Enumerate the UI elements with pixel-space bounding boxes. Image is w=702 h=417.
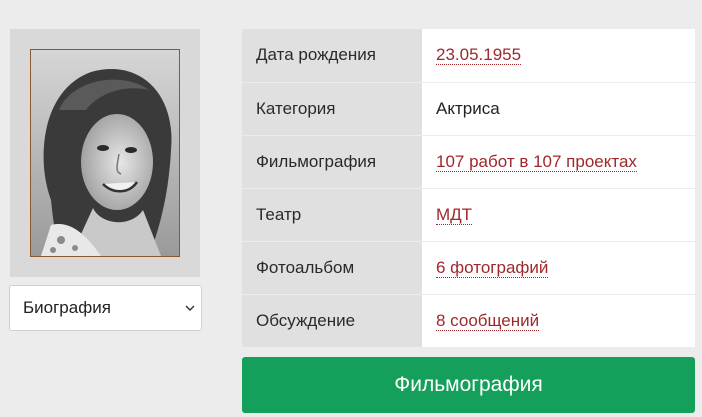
row-label: Категория (242, 81, 422, 135)
discussion-link[interactable]: 8 сообщений (436, 310, 540, 331)
info-row-photo-album: Фотоальбом 6 фотографий (242, 240, 695, 294)
photo-panel (10, 29, 200, 277)
theatre-link[interactable]: МДТ (436, 204, 473, 225)
info-row-theatre: Театр МДТ (242, 187, 695, 241)
filmography-button[interactable]: Фильмография (242, 357, 695, 413)
section-select-value: Биография (23, 298, 111, 317)
row-value: 6 фотографий (422, 240, 695, 294)
page: Биография Дата рождения 23.05.1955 Катег… (0, 0, 702, 417)
filmography-link[interactable]: 107 работ в 107 проектах (436, 151, 637, 172)
row-label: Дата рождения (242, 29, 422, 82)
info-row-filmography: Фильмография 107 работ в 107 проектах (242, 134, 695, 188)
photo-album-link[interactable]: 6 фотографий (436, 257, 549, 278)
row-label: Фотоальбом (242, 240, 422, 294)
row-value: 8 сообщений (422, 293, 695, 347)
row-value: 107 работ в 107 проектах (422, 134, 695, 188)
chevron-down-icon (185, 305, 195, 311)
birth-date-link[interactable]: 23.05.1955 (436, 45, 522, 66)
info-row-birth-date: Дата рождения 23.05.1955 (242, 29, 695, 82)
row-label: Фильмография (242, 134, 422, 188)
info-table: Дата рождения 23.05.1955 Категория Актри… (242, 29, 695, 347)
info-row-category: Категория Актриса (242, 81, 695, 135)
portrait-photo[interactable] (30, 49, 180, 257)
section-select[interactable]: Биография (9, 285, 202, 331)
row-value: 23.05.1955 (422, 29, 695, 82)
category-value: Актриса (422, 81, 695, 135)
info-row-discussion: Обсуждение 8 сообщений (242, 293, 695, 347)
row-value: МДТ (422, 187, 695, 241)
row-label: Театр (242, 187, 422, 241)
row-label: Обсуждение (242, 293, 422, 347)
